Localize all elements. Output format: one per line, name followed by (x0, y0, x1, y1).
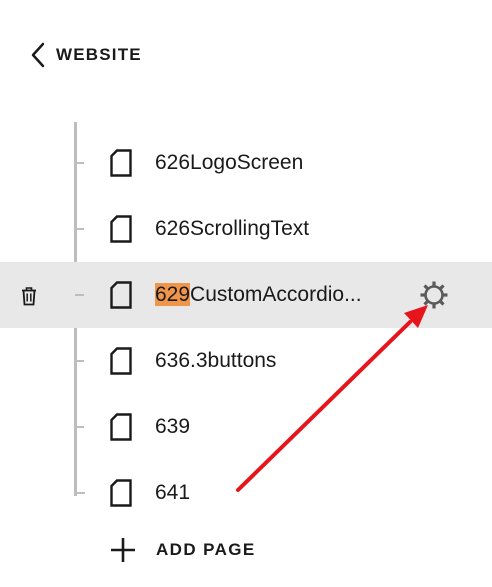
plus-icon (111, 538, 135, 562)
page-title: WEBSITE (56, 45, 142, 64)
page-icon (110, 479, 132, 507)
tree-tick (74, 492, 85, 494)
trash-icon[interactable] (20, 286, 38, 306)
page-icon (110, 413, 132, 441)
tree-tick (75, 228, 84, 230)
tree-tick (75, 162, 84, 164)
page-item[interactable]: 626ScrollingText (0, 196, 492, 262)
tree-tick (75, 426, 84, 428)
page-item[interactable]: 626LogoScreen (0, 130, 492, 196)
chevron-left-icon (30, 40, 52, 70)
page-icon (110, 215, 132, 243)
page-item-selected[interactable]: 629CustomAccordio... (0, 262, 492, 328)
search-highlight: 629 (155, 283, 191, 306)
page-item-label: 641 (155, 481, 191, 504)
add-page-button[interactable]: ADD PAGE (108, 533, 256, 567)
page-item-label: 639 (155, 415, 191, 438)
page-item-label: 626ScrollingText (155, 217, 310, 240)
page-icon (110, 281, 132, 309)
page-item[interactable]: 639 (0, 394, 492, 460)
tree-tick (75, 360, 84, 362)
page-item[interactable]: 641 (0, 460, 492, 526)
page-item-label-rest: CustomAccordio... (190, 283, 362, 306)
page-item-label: 629CustomAccordio... (155, 282, 362, 308)
page-item-label: 636.3buttons (155, 349, 277, 372)
page-icon (110, 149, 132, 177)
page-item[interactable]: 636.3buttons (0, 328, 492, 394)
gear-icon[interactable] (418, 279, 450, 311)
page-icon (110, 347, 132, 375)
page-item-label: 626LogoScreen (155, 151, 304, 174)
add-page-label: ADD PAGE (156, 540, 256, 559)
tree-tick (75, 294, 84, 296)
back-to-website-button[interactable]: WEBSITE (30, 40, 142, 70)
